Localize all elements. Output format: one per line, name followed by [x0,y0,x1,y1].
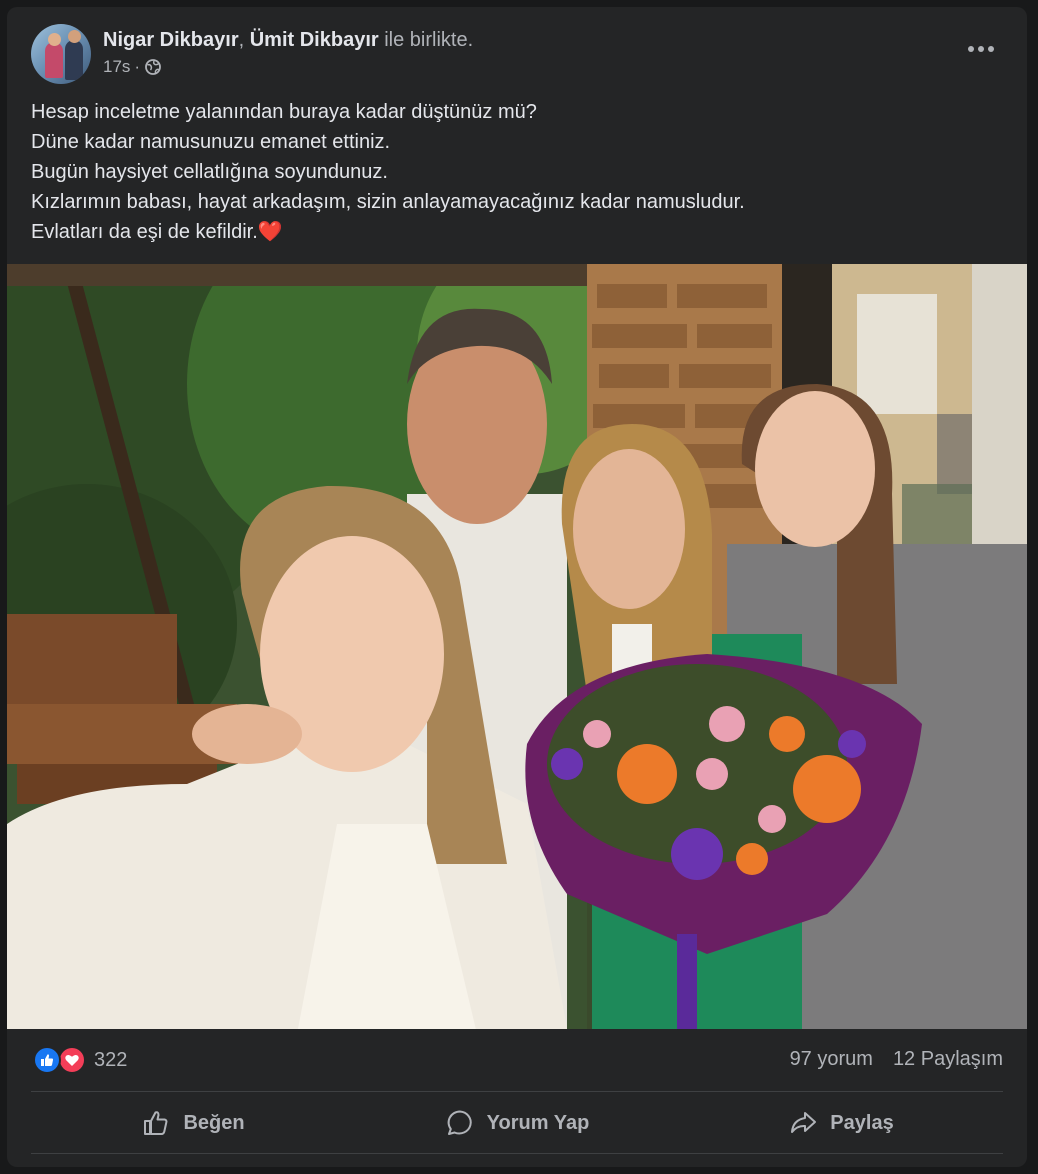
post-text: Hesap inceletme yalanından buraya kadar … [31,97,1001,247]
post-text-line: Evlatları da eşi de kefildir. [31,221,258,243]
globe-icon[interactable] [144,58,162,76]
post-photo[interactable] [7,264,1027,1029]
share-label: Paylaş [830,1111,894,1134]
like-label: Beğen [183,1111,245,1134]
comment-icon [447,1110,472,1135]
like-icon [144,1111,168,1135]
author-name-1[interactable]: Nigar Dikbayır [103,29,239,51]
action-bar: Beğen Yorum Yap Paylaş [31,1097,1003,1149]
post-meta: 17s · [103,57,162,77]
meta-separator: · [134,57,141,76]
stats-divider [31,1091,1003,1092]
reaction-count: 322 [94,1048,128,1071]
post-stats: 322 97 yorum 12 Paylaşım [7,1029,1027,1091]
post-authors: Nigar Dikbayır, Ümit Dikbayır ile birlik… [103,27,473,53]
share-button[interactable]: Paylaş [679,1097,1003,1149]
share-count[interactable]: 12 Paylaşım [893,1048,1003,1071]
with-text: ile birlikte. [378,29,474,51]
author-avatar[interactable] [31,24,91,84]
post-timestamp[interactable]: 17s [103,57,130,77]
love-reaction-icon [58,1046,86,1074]
share-icon [791,1112,817,1133]
actions-divider [31,1153,1003,1154]
post-card: Nigar Dikbayır, Ümit Dikbayır ile birlik… [7,7,1027,1167]
more-options-icon[interactable] [963,37,999,61]
post-text-line: Hesap inceletme yalanından buraya kadar … [31,101,537,123]
like-reaction-icon [33,1046,61,1074]
post-text-line: Düne kadar namusunuzu emanet ettiniz. [31,131,391,153]
comment-label: Yorum Yap [486,1111,590,1134]
comment-count[interactable]: 97 yorum [790,1048,873,1071]
post-text-line-last: Evlatları da eşi de kefildir.❤️ [31,217,1001,247]
like-button[interactable]: Beğen [31,1097,355,1149]
heart-emoji: ❤️ [257,221,283,243]
post-text-line: Bugün haysiyet cellatlığına soyundunuz. [31,161,388,183]
reactions-summary[interactable]: 322 [33,1046,127,1074]
post-text-line: Kızlarımın babası, hayat arkadaşım, sizi… [31,191,745,213]
post-header: Nigar Dikbayır, Ümit Dikbayır ile birlik… [7,7,1027,91]
author-separator: , [238,29,250,51]
comment-button[interactable]: Yorum Yap [355,1097,679,1149]
author-name-2[interactable]: Ümit Dikbayır [250,29,379,51]
